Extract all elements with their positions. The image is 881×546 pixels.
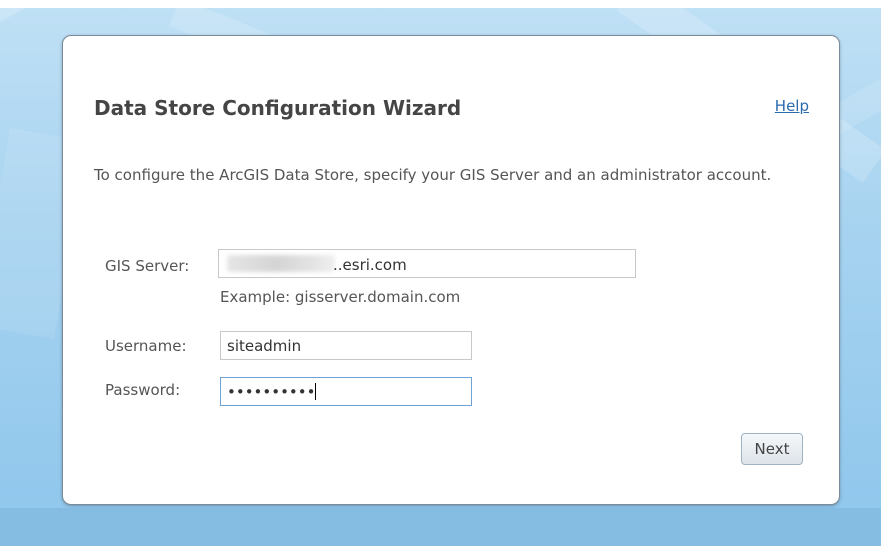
background-band (0, 508, 881, 546)
next-button[interactable]: Next (741, 433, 803, 465)
username-input[interactable] (220, 331, 472, 360)
gis-server-value: ..esri.com (333, 256, 407, 274)
wizard-panel: Data Store Configuration Wizard Help To … (62, 35, 840, 505)
background-streak (0, 8, 112, 38)
gis-server-example: Example: gisserver.domain.com (220, 288, 461, 306)
text-cursor (315, 383, 316, 400)
redacted-hostname (227, 255, 335, 272)
gis-server-label: GIS Server: (105, 257, 190, 275)
password-input[interactable] (220, 377, 472, 406)
intro-text: To configure the ArcGIS Data Store, spec… (94, 166, 772, 184)
password-label: Password: (105, 381, 181, 399)
help-link[interactable]: Help (775, 97, 809, 115)
page-title: Data Store Configuration Wizard (94, 96, 462, 120)
username-label: Username: (105, 337, 187, 355)
